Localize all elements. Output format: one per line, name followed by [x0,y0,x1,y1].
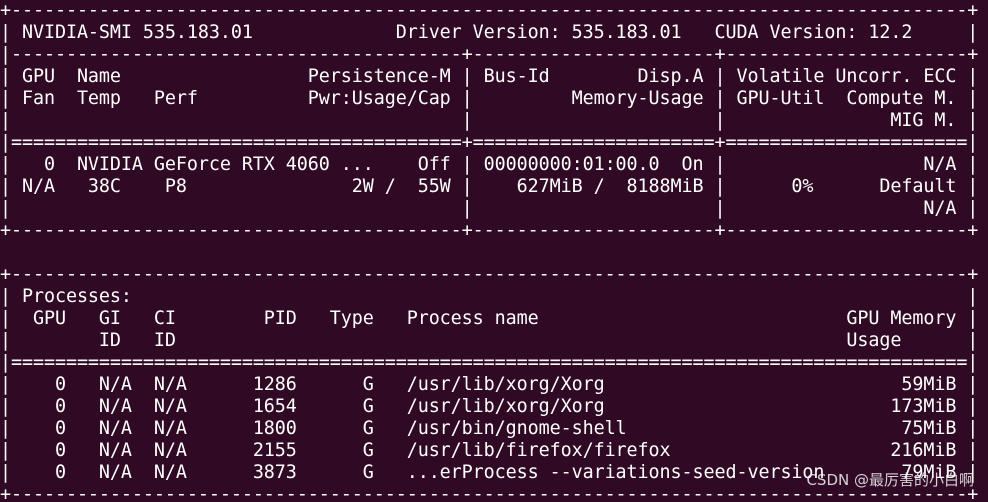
gpu-row-name: | 0 NVIDIA GeForce RTX 4060 ... Off | 00… [0,154,979,175]
gpu-column-header-1: | GPU Name Persistence-M | Bus-Id Disp.A… [0,66,979,87]
process-row: | 0 N/A N/A 1286 G /usr/lib/xorg/Xorg 59… [0,374,979,395]
processes-title: | Processes: | [0,286,979,307]
process-table-divider: |=======================================… [0,352,979,373]
process-row: | 0 N/A N/A 1654 G /usr/lib/xorg/Xorg 17… [0,396,979,417]
process-column-header-1: | GPU GI CI PID Type Process name GPU Me… [0,308,979,329]
process-table-border-top: +---------------------------------------… [0,264,979,285]
gpu-row-stats: | N/A 38C P8 2W / 55W | 627MiB / 8188MiB… [0,176,979,197]
process-row: | 0 N/A N/A 1800 G /usr/bin/gnome-shell … [0,418,979,439]
gpu-column-header-2: | Fan Temp Perf Pwr:Usage/Cap | Memory-U… [0,88,979,109]
gpu-row-mig: | | | N/A | [0,198,979,219]
process-row: | 0 N/A N/A 2155 G /usr/lib/firefox/fire… [0,440,979,461]
terminal-window[interactable]: +---------------------------------------… [0,0,988,502]
table-divider: |---------------------------------------… [0,44,979,65]
table-border-bottom: +---------------------------------------… [0,220,979,241]
smi-header-versions: | NVIDIA-SMI 535.183.01 Driver Version: … [0,22,979,43]
table-double-divider: |=======================================… [0,132,979,153]
gpu-column-header-3: | | | MIG M. | [0,110,979,131]
process-column-header-2: | ID ID Usage | [0,330,979,351]
table-border-top: +---------------------------------------… [0,0,979,21]
csdn-watermark: CSDN @最厉害的小白啊 [806,471,974,489]
